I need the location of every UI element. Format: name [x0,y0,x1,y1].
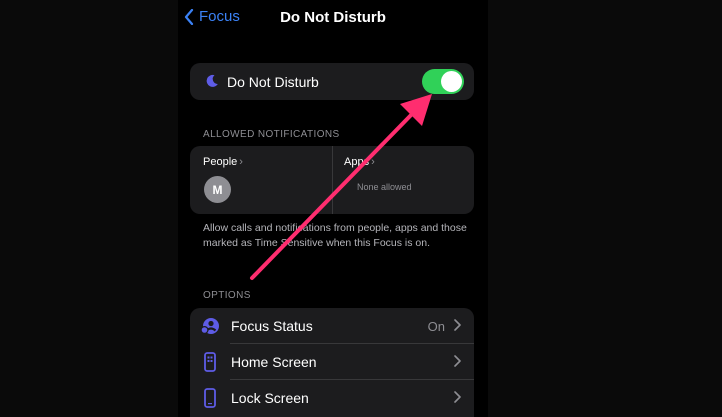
chevron-right-icon [454,319,461,331]
right-background [488,0,722,417]
people-label: People [203,156,238,168]
people-link[interactable]: People › [203,156,243,168]
page-title: Do Not Disturb [280,9,386,26]
chevron-right-icon [454,391,461,403]
focus-status-icon [200,318,219,335]
apps-label: Apps [344,156,370,168]
home-screen-icon [204,352,216,372]
dnd-toggle[interactable] [422,69,464,94]
home-screen-label: Home Screen [231,354,317,370]
left-background [0,0,178,417]
allowed-notifications-card: People › M Apps › None allowed [190,146,474,214]
lock-screen-label: Lock Screen [231,390,309,406]
phone-screen: Focus Do Not Disturb Do Not Disturb ALLO… [178,0,488,417]
apps-none-allowed: None allowed [357,182,412,192]
chevron-right-icon: › [239,156,243,168]
home-screen-row[interactable]: Home Screen [190,344,474,380]
toggle-knob [441,71,462,92]
options-header: OPTIONS [203,290,251,301]
apps-link[interactable]: Apps › [344,156,375,168]
lock-screen-row[interactable]: Lock Screen [190,380,474,416]
allowed-footnote: Allow calls and notifications from peopl… [203,222,467,249]
chevron-right-icon: › [371,156,375,168]
focus-status-label: Focus Status [231,318,313,334]
chevron-right-icon [454,355,461,367]
column-divider [332,146,333,214]
moon-icon [206,74,218,87]
dnd-row: Do Not Disturb [190,63,474,100]
lock-screen-icon [204,388,216,408]
focus-status-row[interactable]: Focus Status On [190,308,474,344]
focus-status-value: On [427,319,445,334]
dnd-label: Do Not Disturb [227,74,319,90]
options-card: Focus Status On Home Screen Lock Screen [190,308,474,417]
navigation-bar: Focus Do Not Disturb [178,0,488,36]
allowed-notifications-header: ALLOWED NOTIFICATIONS [203,129,340,140]
avatar[interactable]: M [204,176,231,203]
